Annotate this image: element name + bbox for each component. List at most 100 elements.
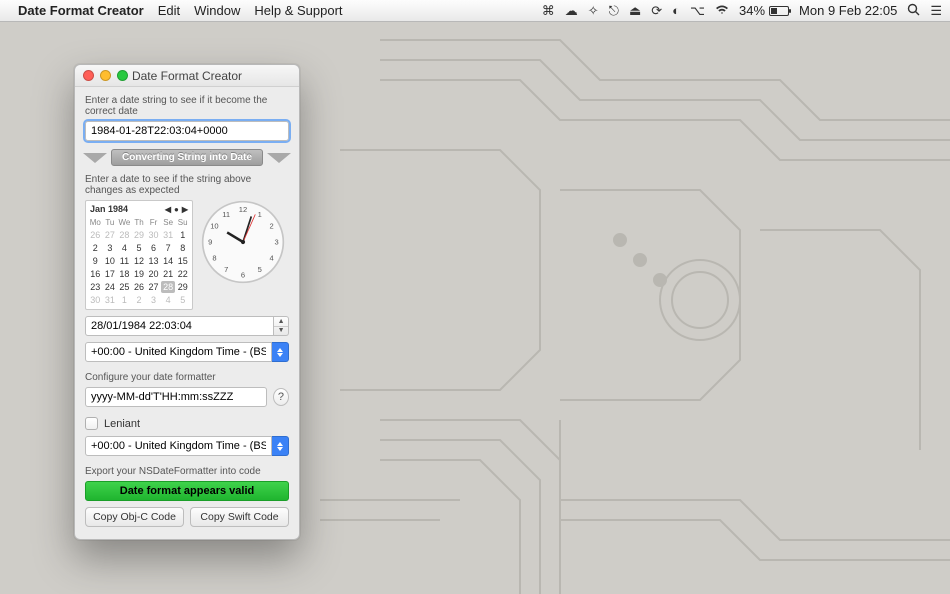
window-close-button[interactable] <box>83 70 94 81</box>
calendar-day-other[interactable]: 4 <box>161 294 176 306</box>
calendar-day-other[interactable]: 31 <box>161 229 176 241</box>
calendar-day[interactable]: 15 <box>175 255 190 267</box>
calendar-dow: Mo <box>88 217 103 228</box>
calendar-day-other[interactable]: 2 <box>132 294 147 306</box>
calendar-dow: Tu <box>103 217 118 228</box>
calendar-day[interactable]: 6 <box>146 242 161 254</box>
battery-percent: 34% <box>739 3 765 18</box>
svg-text:3: 3 <box>274 238 278 247</box>
date-string-input[interactable] <box>85 121 289 141</box>
calendar-day[interactable]: 11 <box>117 255 132 267</box>
battery-status[interactable]: 34% <box>739 3 789 18</box>
formatter-timezone-select[interactable] <box>85 436 272 456</box>
tray-icon[interactable]: ⌘ <box>542 3 555 19</box>
calendar-day[interactable]: 14 <box>161 255 176 267</box>
menubar: Date Format Creator Edit Window Help & S… <box>0 0 950 22</box>
calendar-day[interactable]: 19 <box>132 268 147 280</box>
copy-objc-button[interactable]: Copy Obj-C Code <box>85 507 184 527</box>
calendar-day[interactable]: 18 <box>117 268 132 280</box>
formatter-timezone-select-button[interactable] <box>272 436 289 456</box>
calendar-day[interactable]: 12 <box>132 255 147 267</box>
notification-center-icon[interactable]: ☰ <box>930 3 942 19</box>
section-label: Export your NSDateFormatter into code <box>85 466 289 477</box>
chevron-down-icon <box>267 153 291 163</box>
calendar-day-other[interactable]: 30 <box>88 294 103 306</box>
svg-text:4: 4 <box>269 253 273 262</box>
section-label: Enter a date string to see if it become … <box>85 95 289 117</box>
leniant-checkbox[interactable] <box>85 417 98 430</box>
svg-text:12: 12 <box>239 205 247 214</box>
calendar-day[interactable]: 7 <box>161 242 176 254</box>
calendar-day[interactable]: 25 <box>117 281 132 293</box>
tray-icon[interactable]: ⏏ <box>629 3 641 19</box>
titlebar[interactable]: Date Format Creator <box>75 65 299 87</box>
calendar-day[interactable]: 21 <box>161 268 176 280</box>
calendar-day-other[interactable]: 31 <box>103 294 118 306</box>
calendar-day[interactable]: 13 <box>146 255 161 267</box>
analog-clock: 1212 345 678 91011 <box>201 200 285 284</box>
calendar-day[interactable]: 28 <box>161 281 176 293</box>
calendar-dow: Se <box>161 217 176 228</box>
calendar-day-other[interactable]: 1 <box>117 294 132 306</box>
menubar-app-name[interactable]: Date Format Creator <box>18 3 144 18</box>
calendar-day[interactable]: 26 <box>132 281 147 293</box>
calendar-day[interactable]: 4 <box>117 242 132 254</box>
format-string-input[interactable] <box>85 387 267 407</box>
window-minimize-button[interactable] <box>100 70 111 81</box>
calendar-day[interactable]: 5 <box>132 242 147 254</box>
converting-indicator: Converting String into Date <box>111 149 263 166</box>
calendar-day-other[interactable]: 3 <box>146 294 161 306</box>
calendar-day-other[interactable]: 5 <box>175 294 190 306</box>
menubar-clock[interactable]: Mon 9 Feb 22:05 <box>799 3 897 18</box>
tray-icon[interactable]: ☁︎ <box>565 3 578 19</box>
timezone-select[interactable] <box>85 342 272 362</box>
spotlight-icon[interactable] <box>907 3 920 19</box>
tray-icon[interactable]: ◐ <box>672 3 680 18</box>
svg-text:1: 1 <box>258 210 262 219</box>
tray-icon[interactable]: ⎋ <box>609 3 619 19</box>
calendar-day[interactable]: 22 <box>175 268 190 280</box>
calendar-day-other[interactable]: 27 <box>103 229 118 241</box>
help-button[interactable]: ? <box>273 388 289 406</box>
tray-icon[interactable]: ✧ <box>588 3 599 19</box>
calendar-dow: Su <box>175 217 190 228</box>
calendar[interactable]: Jan 1984 ◀ ● ▶ MoTuWeThFrSeSu26272829303… <box>85 200 193 310</box>
calendar-day[interactable]: 3 <box>103 242 118 254</box>
window-zoom-button[interactable] <box>117 70 128 81</box>
calendar-day[interactable]: 1 <box>175 229 190 241</box>
calendar-day[interactable]: 2 <box>88 242 103 254</box>
wifi-icon[interactable] <box>715 3 729 18</box>
calendar-day[interactable]: 20 <box>146 268 161 280</box>
svg-text:9: 9 <box>208 238 212 247</box>
calendar-day[interactable]: 8 <box>175 242 190 254</box>
calendar-day-other[interactable]: 30 <box>146 229 161 241</box>
calendar-next-icon[interactable]: ▶ <box>182 205 188 214</box>
calendar-day[interactable]: 24 <box>103 281 118 293</box>
menu-window[interactable]: Window <box>194 3 240 18</box>
copy-swift-button[interactable]: Copy Swift Code <box>190 507 289 527</box>
menu-edit[interactable]: Edit <box>158 3 180 18</box>
calendar-prev-icon[interactable]: ◀ <box>165 205 171 214</box>
calendar-day[interactable]: 16 <box>88 268 103 280</box>
tray-icon[interactable]: ⌥ <box>690 3 705 19</box>
calendar-day[interactable]: 27 <box>146 281 161 293</box>
svg-text:8: 8 <box>212 253 216 262</box>
svg-text:7: 7 <box>224 265 228 274</box>
datetime-input[interactable] <box>85 316 274 336</box>
datetime-stepper[interactable]: ▲▼ <box>274 316 289 336</box>
calendar-day[interactable]: 17 <box>103 268 118 280</box>
calendar-day[interactable]: 10 <box>103 255 118 267</box>
calendar-today-icon[interactable]: ● <box>174 205 179 214</box>
calendar-day[interactable]: 9 <box>88 255 103 267</box>
svg-text:6: 6 <box>241 270 245 279</box>
calendar-day-other[interactable]: 26 <box>88 229 103 241</box>
calendar-day-other[interactable]: 28 <box>117 229 132 241</box>
chevron-down-icon <box>83 153 107 163</box>
svg-text:5: 5 <box>258 265 262 274</box>
tray-icon[interactable]: ⟳ <box>651 3 662 19</box>
calendar-day-other[interactable]: 29 <box>132 229 147 241</box>
calendar-day[interactable]: 29 <box>175 281 190 293</box>
calendar-day[interactable]: 23 <box>88 281 103 293</box>
timezone-select-button[interactable] <box>272 342 289 362</box>
menu-help[interactable]: Help & Support <box>254 3 342 18</box>
